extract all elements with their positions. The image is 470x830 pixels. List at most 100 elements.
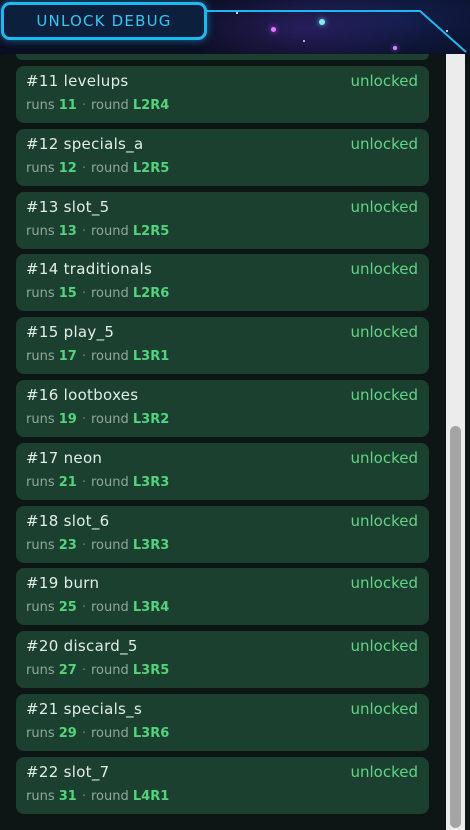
unlock-status: unlocked — [350, 197, 418, 216]
separator: · — [81, 663, 86, 679]
unlock-status: unlocked — [350, 700, 418, 718]
unlock-title: #11 levelups — [26, 72, 129, 90]
runs-label: runs — [26, 537, 55, 553]
separator: · — [81, 98, 86, 113]
runs-value: 31 — [58, 788, 77, 804]
unlock-card[interactable]: #13 slot_5 unlocked runs 13 · round L2R5 — [16, 191, 429, 249]
runs-label: runs — [26, 349, 55, 365]
round-value: L3R2 — [132, 412, 170, 427]
runs-label: runs — [26, 663, 55, 679]
round-value: L3R4 — [132, 600, 170, 616]
separator: · — [81, 726, 86, 741]
runs-label: runs — [26, 600, 55, 616]
partial-card — [16, 54, 429, 60]
unlock-card[interactable]: #15 play_5 unlocked runs 17 · round L3R1 — [16, 317, 429, 375]
round-value: L3R1 — [132, 349, 170, 365]
separator: · — [81, 286, 86, 302]
unlock-status: unlocked — [350, 574, 418, 593]
unlock-card[interactable]: #11 levelups unlocked runs 11 · round L2R4 — [16, 66, 429, 123]
round-label: round — [90, 474, 129, 490]
round-value: L3R3 — [132, 474, 170, 490]
round-value: L3R3 — [132, 537, 170, 553]
unlock-meta: runs 29 · round L3R6 — [26, 726, 169, 741]
round-value: L2R5 — [132, 160, 170, 176]
unlock-title: #19 burn — [26, 574, 100, 593]
round-label: round — [90, 98, 129, 113]
unlock-meta: runs 25 · round L3R4 — [26, 600, 169, 615]
round-label: round — [90, 788, 129, 804]
separator: · — [81, 160, 86, 176]
unlock-title: #14 traditionals — [26, 260, 153, 279]
separator: · — [81, 223, 86, 239]
round-label: round — [90, 160, 129, 176]
unlock-title: #18 slot_6 — [26, 511, 110, 530]
unlock-card[interactable]: #16 lootboxes unlocked runs 19 · round L3R2 — [16, 380, 429, 437]
round-value: L4R1 — [132, 788, 170, 804]
unlock-status: unlocked — [350, 637, 418, 656]
runs-value: 15 — [58, 286, 77, 302]
round-label: round — [90, 537, 129, 553]
round-label: round — [90, 600, 129, 616]
unlock-meta: runs 17 · round L3R1 — [26, 349, 169, 364]
round-value: L3R6 — [132, 726, 170, 741]
unlock-card[interactable]: #21 specials_s unlocked runs 29 · round L3R6 — [16, 694, 429, 751]
runs-label: runs — [26, 412, 55, 427]
unlock-meta: runs 21 · round L3R3 — [26, 475, 169, 490]
unlock-meta: runs 15 · round L2R6 — [26, 286, 169, 301]
runs-value: 23 — [58, 537, 77, 553]
unlock-title: #13 slot_5 — [26, 197, 110, 216]
tab-unlock-debug[interactable]: UNLOCK DEBUG — [1, 2, 207, 40]
unlock-status: unlocked — [350, 386, 418, 404]
separator: · — [81, 349, 86, 365]
runs-value: 12 — [58, 160, 77, 176]
runs-value: 11 — [58, 98, 77, 113]
unlock-status: unlocked — [350, 511, 418, 530]
separator: · — [81, 474, 86, 490]
unlock-meta: runs 31 · round L4R1 — [26, 789, 169, 804]
runs-label: runs — [26, 726, 55, 741]
runs-label: runs — [26, 160, 55, 176]
runs-label: runs — [26, 286, 55, 302]
unlock-list-panel: #11 levelups unlocked runs 11 · round L2R4 #1… — [0, 54, 470, 830]
unlock-meta: runs 23 · round L3R3 — [26, 538, 169, 553]
round-label: round — [90, 412, 129, 427]
round-label: round — [90, 349, 129, 365]
unlock-meta: runs 27 · round L3R5 — [26, 663, 169, 678]
runs-value: 25 — [58, 600, 77, 616]
runs-value: 17 — [58, 349, 77, 365]
unlock-meta: runs 12 · round L2R5 — [26, 161, 169, 176]
unlock-title: #16 lootboxes — [26, 386, 139, 404]
runs-label: runs — [26, 223, 55, 239]
runs-label: runs — [26, 474, 55, 490]
unlock-card[interactable]: #12 specials_a unlocked runs 12 · round L2R5 — [16, 128, 429, 186]
unlock-title: #20 discard_5 — [26, 637, 138, 656]
runs-label: runs — [26, 788, 55, 804]
separator: · — [81, 537, 86, 553]
separator: · — [81, 412, 86, 427]
separator: · — [81, 600, 86, 616]
unlock-card[interactable]: #14 traditionals unlocked runs 15 · round L2… — [16, 254, 429, 312]
round-value: L2R4 — [132, 98, 170, 113]
unlock-title: #22 slot_7 — [26, 762, 110, 781]
runs-value: 13 — [58, 223, 77, 239]
scrollbar-thumb[interactable] — [450, 426, 461, 828]
unlock-card[interactable]: #22 slot_7 unlocked runs 31 · round L4R1 — [16, 756, 429, 814]
runs-value: 19 — [58, 412, 77, 427]
unlock-title: #21 specials_s — [26, 700, 143, 718]
unlock-status: unlocked — [350, 260, 418, 279]
round-label: round — [90, 663, 129, 679]
unlock-status: unlocked — [350, 323, 418, 342]
unlock-card[interactable]: #19 burn unlocked runs 25 · round L3R4 — [16, 568, 429, 626]
unlock-card[interactable]: #20 discard_5 unlocked runs 27 · round L3R5 — [16, 631, 429, 689]
unlock-title: #15 play_5 — [26, 323, 115, 342]
round-value: L2R5 — [132, 223, 170, 239]
unlock-status: unlocked — [350, 134, 418, 153]
unlock-meta: runs 13 · round L2R5 — [26, 224, 169, 239]
unlock-title: #17 neon — [26, 448, 103, 467]
unlock-card[interactable]: #18 slot_6 unlocked runs 23 · round L3R3 — [16, 505, 429, 563]
round-label: round — [90, 286, 129, 302]
runs-label: runs — [26, 98, 55, 113]
unlock-card[interactable]: #17 neon unlocked runs 21 · round L3R3 — [16, 442, 429, 500]
round-value: L3R5 — [132, 663, 170, 679]
runs-value: 27 — [58, 663, 77, 679]
